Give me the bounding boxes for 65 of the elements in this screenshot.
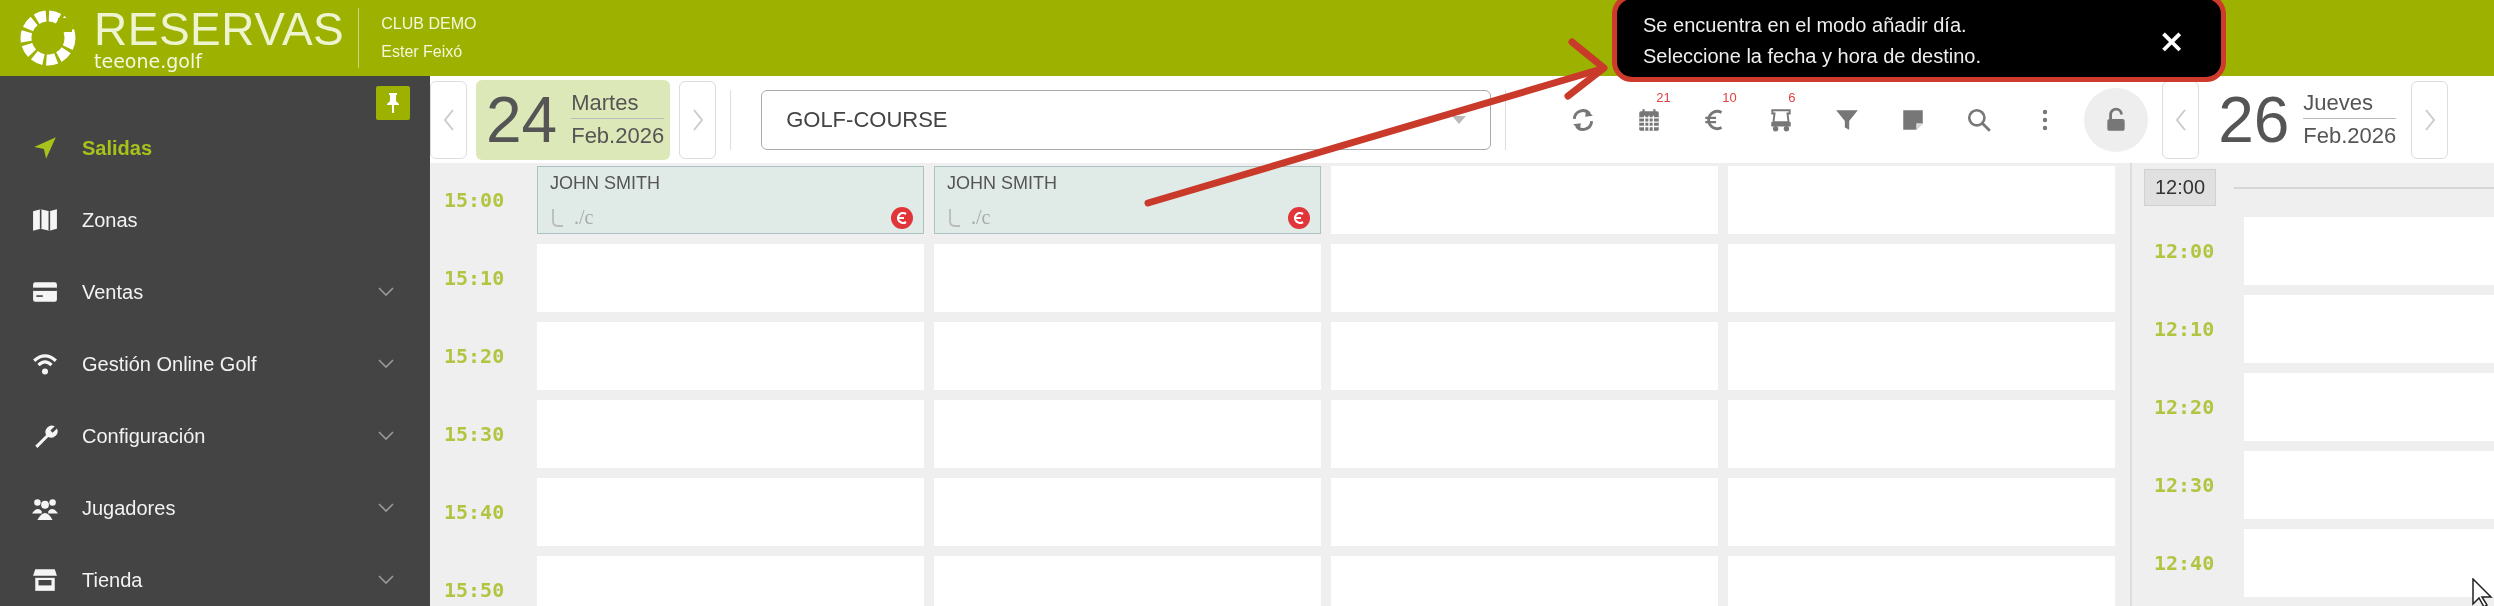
more-icon (2042, 108, 2049, 131)
credit-card-icon (30, 279, 60, 305)
sidebar-item[interactable]: Tienda (0, 544, 430, 606)
pin-icon (384, 92, 402, 114)
pin-button[interactable] (376, 86, 410, 120)
sidebar-item[interactable]: Salidas (0, 112, 430, 184)
course-select[interactable]: GOLF-COURSE (761, 89, 1492, 150)
sidebar-item[interactable]: Jugadores (0, 472, 430, 544)
calendar-button[interactable]: 21 (1616, 89, 1683, 150)
sidebar-item[interactable]: Zonas (0, 184, 430, 256)
chevron-left-icon (442, 108, 455, 131)
weekday: Jueves (2303, 90, 2375, 116)
player-name: JOHN SMITH (947, 173, 1058, 194)
time-label: 12:00 (2153, 238, 2216, 265)
day-number: 24 (486, 87, 558, 152)
notice-message: Se encuentra en el modo añadir día. Seleccione la fecha y hora de destino. (1643, 13, 1982, 69)
hook-icon (947, 207, 961, 228)
next-day-button[interactable] (679, 80, 717, 159)
club-name: CLUB DEMO (381, 15, 477, 33)
empty-slot[interactable] (2244, 529, 2494, 597)
time-label: 15:50 (443, 577, 506, 604)
logo-ring-icon (18, 8, 78, 68)
caret-down-icon (1452, 115, 1467, 124)
mouse-cursor-icon (2472, 578, 2494, 606)
player-name: JOHN SMITH (550, 173, 661, 194)
time-label: 15:20 (443, 343, 506, 370)
search-icon (1966, 106, 1993, 133)
golf-cart-button[interactable]: 6 (1748, 89, 1815, 150)
time-label: 15:40 (443, 499, 506, 526)
euro-button[interactable]: 10 (1682, 89, 1749, 150)
previous-day-button[interactable] (2162, 80, 2200, 159)
time-label: 12:20 (2153, 394, 2216, 421)
close-button[interactable]: × (2158, 22, 2185, 60)
time-label: 12:30 (2153, 472, 2216, 499)
wifi-icon (30, 351, 60, 377)
month-year: Feb.2026 (2303, 118, 2397, 149)
hour-chip: 12:00 (2144, 169, 2217, 206)
booking-card[interactable]: JOHN SMITH ./c (537, 166, 924, 234)
sidebar-item[interactable]: Configuración (0, 400, 430, 472)
count-label: 6 (1788, 89, 1796, 105)
count-label: 10 (1722, 89, 1737, 105)
booking-note: ./c (574, 206, 594, 229)
hook-icon (550, 207, 564, 228)
month-year: Feb.2026 (571, 118, 665, 149)
booking-note: ./c (971, 206, 991, 229)
chevron-left-icon (2174, 108, 2187, 131)
chevron-right-icon (691, 108, 704, 131)
booking-card[interactable]: JOHN SMITH ./c (934, 166, 1321, 234)
sidebar-item[interactable]: Ventas (0, 256, 430, 328)
app-subtitle: teeone.golf (94, 51, 204, 71)
sidebar-item[interactable]: Gestión Online Golf (0, 328, 430, 400)
store-icon (30, 567, 60, 593)
day-number: 26 (2218, 87, 2290, 152)
app-title: RESERVAS (94, 5, 345, 52)
time-label: 15:30 (443, 421, 506, 448)
time-label: 15:00 (443, 187, 506, 214)
time-label: 12:10 (2153, 316, 2216, 343)
count-label: 21 (1656, 89, 1671, 105)
weekday: Martes (571, 90, 640, 116)
user-name: Ester Feixó (381, 43, 464, 61)
time-label: 12:40 (2153, 550, 2216, 577)
time-label: 15:10 (443, 265, 506, 292)
next-day-button[interactable] (2411, 80, 2449, 159)
chevron-right-icon (2423, 108, 2436, 131)
map-icon (30, 207, 60, 233)
